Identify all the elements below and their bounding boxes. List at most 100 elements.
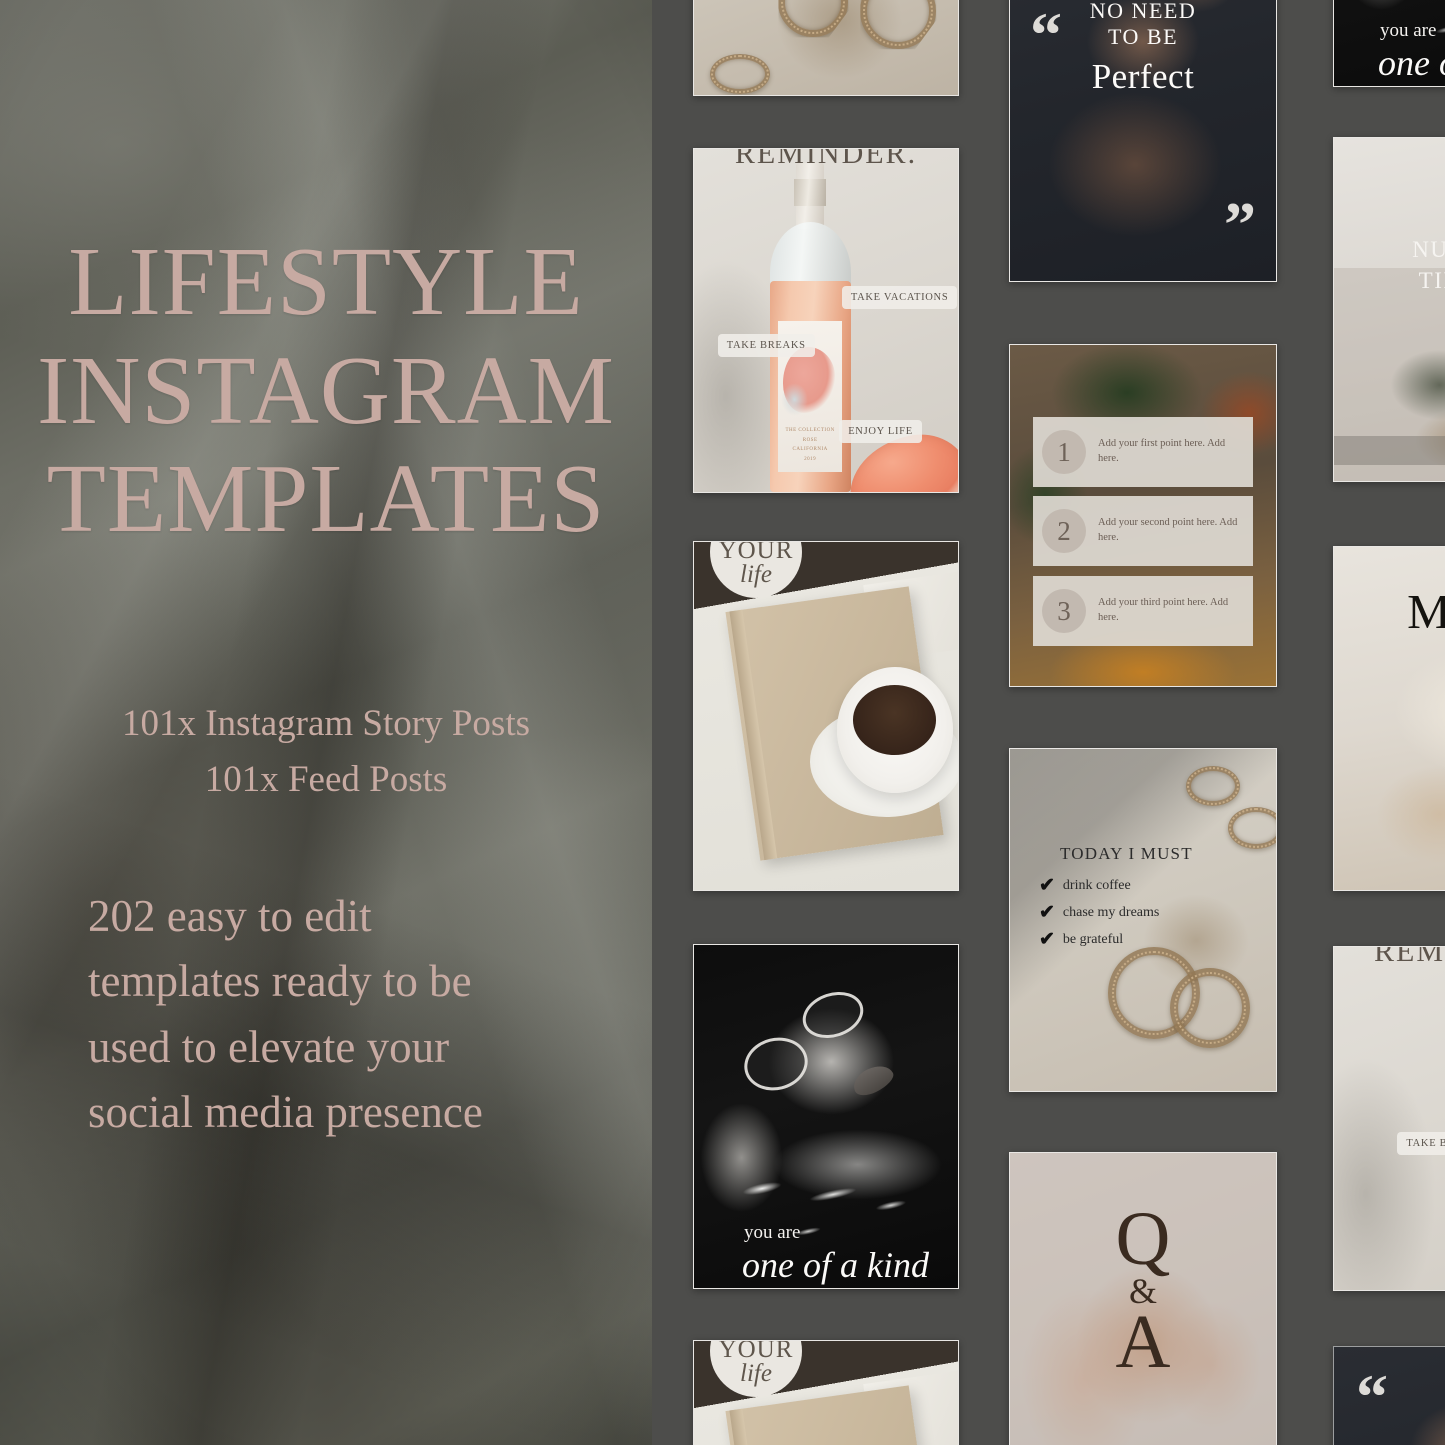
bracelet-ring-2: [860, 0, 937, 50]
checklist-item[interactable]: ✔ drink coffee: [1039, 876, 1159, 895]
bracelet-ring-3: [709, 54, 770, 95]
numbered-row-3[interactable]: 3 Add your third point here. Add here.: [1033, 576, 1253, 646]
tag-take-vacations[interactable]: TAKE VACATIONS: [841, 286, 958, 310]
perfect-line-2: TO BE: [1107, 23, 1179, 49]
card-reminder-wine-edge[interactable]: REM TAKE BREAKS: [1333, 946, 1445, 1291]
one-of-a-kind-edge-line1: you are: [1380, 20, 1437, 41]
title-line-3: TEMPLATES: [46, 445, 606, 553]
pale-jewelry-photo: TODAY I MUST ✔ drink coffee ✔ chase my d…: [1010, 749, 1276, 1091]
one-of-a-kind-line1: you are: [744, 1222, 801, 1243]
number-tip-bar: don: [1334, 436, 1445, 465]
sunglass-lens-right: [796, 984, 870, 1046]
card-numbered-points[interactable]: 1 Add your first point here. Add here. 2…: [1009, 344, 1277, 687]
card-today-i-must[interactable]: TODAY I MUST ✔ drink coffee ✔ chase my d…: [1009, 748, 1277, 1092]
bw-portrait-photo: you are one of a kind: [694, 945, 958, 1288]
checklist-label: drink coffee: [1062, 877, 1131, 893]
close-quote-icon: ”: [1224, 189, 1256, 260]
today-checklist: ✔ drink coffee ✔ chase my dreams ✔ be gr…: [1039, 876, 1159, 949]
necklace-ring-1: [1185, 766, 1240, 807]
number-badge-2: 2: [1042, 509, 1086, 553]
title-line-1: LIFESTYLE: [68, 228, 584, 335]
hero-panel: LIFESTYLE INSTAGRAM TEMPLATES 101x Insta…: [0, 0, 652, 1445]
reminder-heading-edge: REM: [1374, 946, 1445, 968]
check-icon: ✔: [1039, 902, 1055, 923]
book-coffee-photo-bottom: YOUR life: [694, 1341, 958, 1445]
letter-q: Q: [1115, 1197, 1171, 1281]
checklist-item[interactable]: ✔ chase my dreams: [1039, 903, 1159, 922]
bw-portrait-photo-edge: you are one o: [1334, 0, 1445, 86]
plant-knit-photo: 1 Add your first point here. Add here. 2…: [1010, 345, 1276, 686]
your-life-badge: YOUR life: [710, 542, 802, 598]
one-of-a-kind-edge-line2: one o: [1378, 43, 1445, 83]
card-more-oat[interactable]: MOR: [1333, 546, 1445, 891]
number-badge-1: 1: [1042, 430, 1086, 474]
perfect-word: Perfect: [1091, 57, 1195, 96]
card-one-of-a-kind-edge[interactable]: you are one o: [1333, 0, 1445, 87]
oat-bowl-photo: MOR: [1334, 547, 1445, 890]
q-and-a-text: Q & A: [1010, 1197, 1276, 1385]
label-line-4: 2019: [804, 456, 817, 462]
number-tip-title: NUMBER TIP FOR: [1334, 234, 1445, 296]
perfect-line-1-2: NO NEED TO BE: [1010, 0, 1276, 50]
coffee-cup: [836, 667, 953, 793]
checklist-item[interactable]: ✔ be grateful: [1039, 930, 1159, 949]
bottle-cap: [794, 179, 827, 206]
card-number-tip[interactable]: NUMBER TIP FOR don: [1333, 137, 1445, 482]
badge-text-bottom-bottom: life: [740, 1360, 772, 1387]
flowers-photo: NUMBER TIP FOR don: [1334, 138, 1445, 481]
wine-photo-edge: REM TAKE BREAKS: [1334, 947, 1445, 1290]
lips: [849, 1060, 898, 1101]
one-of-a-kind-line2: one of a kind: [742, 1245, 929, 1285]
numbered-text-2: Add your second point here. Add here.: [1098, 517, 1238, 543]
numbered-row-2[interactable]: 2 Add your second point here. Add here.: [1033, 496, 1253, 566]
dark-portrait-photo-edge: “: [1334, 1347, 1445, 1445]
numbered-text-1: Add your first point here. Add here.: [1098, 438, 1226, 464]
perfect-line-1: NO NEED: [1089, 0, 1197, 23]
check-icon: ✔: [1039, 875, 1055, 896]
number-badge-3: 3: [1042, 589, 1086, 633]
check-icon: ✔: [1039, 929, 1055, 950]
book-coffee-photo: YOUR life: [694, 542, 958, 890]
poster-canvas: LIFESTYLE INSTAGRAM TEMPLATES 101x Insta…: [0, 0, 1445, 1445]
checklist-label: be grateful: [1062, 931, 1124, 947]
badge-text-bottom: life: [740, 561, 772, 588]
numbered-text-3: Add your third point here. Add here.: [1098, 597, 1229, 623]
tag-enjoy-life[interactable]: ENJOY LIFE: [839, 419, 922, 443]
dark-portrait-photo: “ ” NO NEED TO BE Perfect: [1010, 0, 1276, 281]
more-title: MOR: [1334, 583, 1445, 640]
letter-a: A: [1115, 1300, 1171, 1385]
count-feed-posts: 101x Feed Posts: [204, 759, 448, 801]
bracelet-ring-1: [778, 0, 849, 38]
wine-photo: REMINDER. THE COLLECTION ROSE CALIFORNIA…: [694, 149, 958, 492]
label-line-2: ROSE: [802, 437, 818, 443]
hero-description: 202 easy to edit templates ready to be u…: [88, 891, 483, 1137]
sunglass-lens-left: [738, 1030, 814, 1097]
wine-bottle: THE COLLECTION ROSE CALIFORNIA 2019: [768, 162, 852, 492]
card-your-life-book-bottom[interactable]: YOUR life: [693, 1340, 959, 1445]
card-quote-dark-edge[interactable]: “: [1333, 1346, 1445, 1445]
number-tip-line-2: TIP FOR: [1418, 268, 1445, 294]
title-line-2: INSTAGRAM: [37, 336, 615, 444]
bottle-label-text: THE COLLECTION ROSE CALIFORNIA 2019: [780, 426, 841, 464]
counts-block: 101x Instagram Story Posts 101x Feed Pos…: [0, 696, 652, 808]
today-i-must-title: TODAY I MUST: [1060, 844, 1193, 863]
page-title: LIFESTYLE INSTAGRAM TEMPLATES: [0, 228, 652, 554]
card-reminder-wine[interactable]: REMINDER. THE COLLECTION ROSE CALIFORNIA…: [693, 148, 959, 493]
card-your-life-book[interactable]: YOUR life: [693, 541, 959, 891]
tag-take-breaks-edge[interactable]: TAKE BREAKS: [1397, 1132, 1445, 1156]
numbered-row-1[interactable]: 1 Add your first point here. Add here.: [1033, 417, 1253, 487]
count-story-posts: 101x Instagram Story Posts: [121, 703, 531, 744]
card-q-and-a[interactable]: Q & A: [1009, 1152, 1277, 1445]
card-no-need-perfect[interactable]: “ ” NO NEED TO BE Perfect: [1009, 0, 1277, 282]
jewelry-photo: [694, 0, 958, 95]
label-line-1: THE COLLECTION: [785, 428, 835, 434]
card-one-of-a-kind[interactable]: you are one of a kind: [693, 944, 959, 1289]
tag-take-breaks[interactable]: TAKE BREAKS: [717, 334, 815, 358]
open-quote-icon-edge: “: [1356, 1361, 1388, 1432]
card-jewelry-flatlay[interactable]: [693, 0, 959, 96]
your-life-badge-bottom: YOUR life: [710, 1341, 802, 1397]
number-tip-line-1: NUMBER: [1412, 237, 1445, 262]
label-line-3: CALIFORNIA: [792, 447, 828, 453]
necklace-ring-2: [1228, 807, 1276, 850]
bangle-ring-2: [1169, 967, 1250, 1048]
